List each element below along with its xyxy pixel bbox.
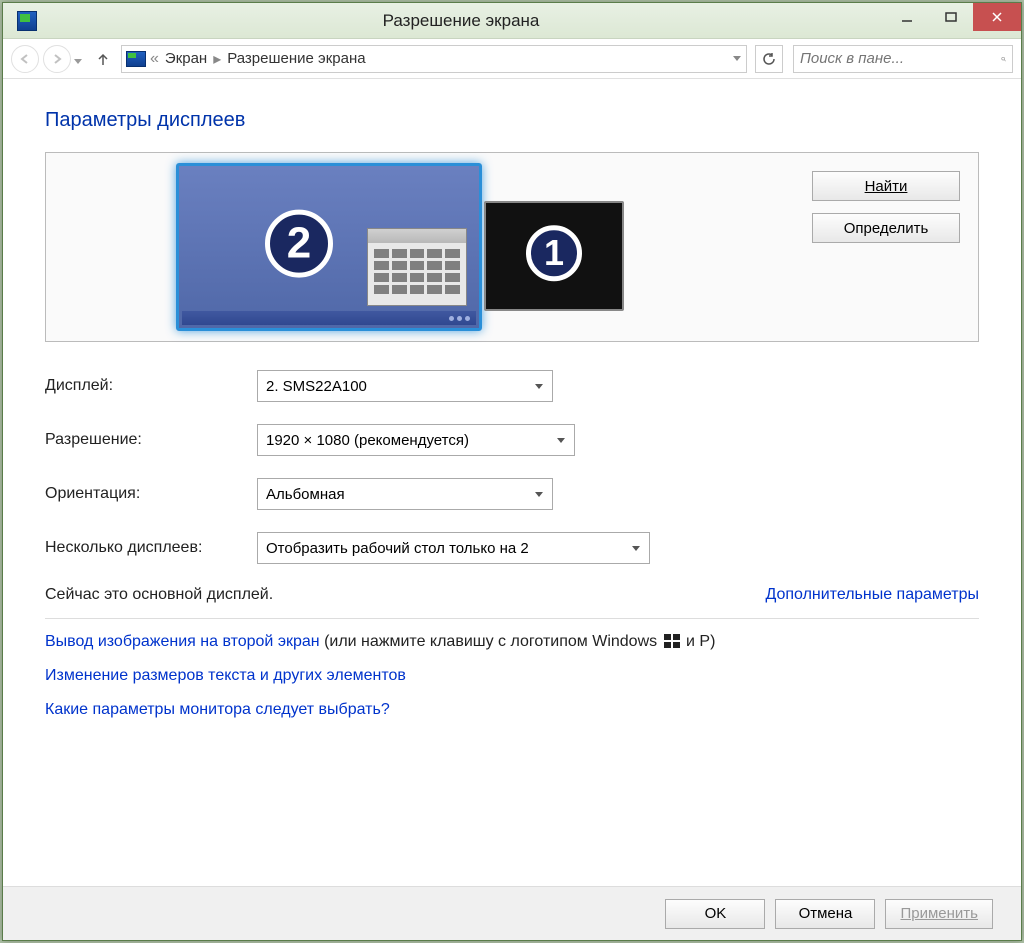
resolution-label: Разрешение: bbox=[45, 431, 257, 449]
address-dropdown-icon[interactable] bbox=[732, 50, 742, 68]
page-heading: Параметры дисплеев bbox=[45, 109, 979, 132]
project-link[interactable]: Вывод изображения на второй экран bbox=[45, 633, 320, 650]
windows-logo-icon bbox=[664, 634, 680, 648]
monitor-2[interactable]: 2 bbox=[176, 163, 482, 331]
orientation-combo[interactable]: Альбомная bbox=[257, 478, 553, 510]
window-title: Разрешение экрана bbox=[37, 11, 885, 31]
monitor-2-number: 2 bbox=[265, 210, 333, 278]
monitor-1[interactable]: 1 bbox=[484, 201, 624, 311]
identify-button[interactable]: Определить bbox=[812, 213, 960, 243]
textsize-link[interactable]: Изменение размеров текста и других элеме… bbox=[45, 667, 406, 684]
status-row: Сейчас это основной дисплей. Дополнитель… bbox=[45, 586, 979, 604]
breadcrumb-parent[interactable]: Экран bbox=[163, 50, 209, 67]
maximize-button[interactable] bbox=[929, 3, 973, 31]
orientation-value: Альбомная bbox=[266, 486, 345, 503]
apply-button[interactable]: Применить bbox=[885, 899, 993, 929]
preview-buttons: Найти Определить bbox=[812, 171, 960, 243]
minimize-button[interactable] bbox=[885, 3, 929, 31]
project-hint-a: (или нажмите клавишу с логотипом Windows bbox=[324, 633, 662, 650]
refresh-button[interactable] bbox=[755, 45, 783, 73]
primary-display-status: Сейчас это основной дисплей. bbox=[45, 586, 273, 604]
window: Разрешение экрана « Экран ▸ Разрешение э… bbox=[2, 2, 1022, 941]
search-input[interactable] bbox=[800, 50, 1001, 67]
forward-button[interactable] bbox=[43, 45, 71, 73]
resolution-value: 1920 × 1080 (рекомендуется) bbox=[266, 432, 469, 449]
chevron-left-icon: « bbox=[150, 50, 159, 68]
search-box[interactable] bbox=[793, 45, 1013, 73]
cancel-button[interactable]: Отмена bbox=[775, 899, 875, 929]
ok-button[interactable]: OK bbox=[665, 899, 765, 929]
location-icon bbox=[126, 51, 146, 67]
monitor-1-number: 1 bbox=[526, 225, 582, 281]
search-icon bbox=[1001, 52, 1006, 66]
advanced-settings-link[interactable]: Дополнительные параметры bbox=[765, 586, 979, 604]
find-button[interactable]: Найти bbox=[812, 171, 960, 201]
up-button[interactable] bbox=[93, 49, 113, 69]
divider bbox=[45, 618, 979, 619]
project-hint-b: и P) bbox=[686, 633, 715, 650]
breadcrumb-current[interactable]: Разрешение экрана bbox=[225, 50, 367, 67]
history-dropdown-icon[interactable] bbox=[73, 53, 85, 65]
display-preview: 2 1 Найти Определить bbox=[45, 152, 979, 342]
navbar: « Экран ▸ Разрешение экрана bbox=[3, 39, 1021, 79]
display-value: 2. SMS22A100 bbox=[266, 378, 367, 395]
chevron-down-icon bbox=[556, 432, 566, 449]
display-label: Дисплей: bbox=[45, 377, 257, 395]
footer: OK Отмена Применить bbox=[3, 886, 1021, 940]
chevron-right-icon: ▸ bbox=[213, 49, 221, 69]
mini-window-icon bbox=[367, 228, 467, 306]
multi-display-combo[interactable]: Отобразить рабочий стол только на 2 bbox=[257, 532, 650, 564]
multi-display-value: Отобразить рабочий стол только на 2 bbox=[266, 540, 529, 557]
titlebar: Разрешение экрана bbox=[3, 3, 1021, 39]
help-link[interactable]: Какие параметры монитора следует выбрать… bbox=[45, 701, 390, 718]
app-icon bbox=[17, 11, 37, 31]
orientation-label: Ориентация: bbox=[45, 485, 257, 503]
resolution-combo[interactable]: 1920 × 1080 (рекомендуется) bbox=[257, 424, 575, 456]
content-area: Параметры дисплеев 2 1 Найти Определить bbox=[3, 79, 1021, 719]
close-button[interactable] bbox=[973, 3, 1021, 31]
chevron-down-icon bbox=[631, 540, 641, 557]
project-row: Вывод изображения на второй экран (или н… bbox=[45, 633, 979, 651]
settings-form: Дисплей: 2. SMS22A100 Разрешение: 1920 ×… bbox=[45, 370, 979, 564]
window-controls bbox=[885, 3, 1021, 38]
address-bar[interactable]: « Экран ▸ Разрешение экрана bbox=[121, 45, 747, 73]
chevron-down-icon bbox=[534, 486, 544, 503]
multi-display-label: Несколько дисплеев: bbox=[45, 539, 257, 557]
chevron-down-icon bbox=[534, 378, 544, 395]
monitor-layout[interactable]: 2 1 bbox=[176, 163, 624, 331]
back-button[interactable] bbox=[11, 45, 39, 73]
display-combo[interactable]: 2. SMS22A100 bbox=[257, 370, 553, 402]
